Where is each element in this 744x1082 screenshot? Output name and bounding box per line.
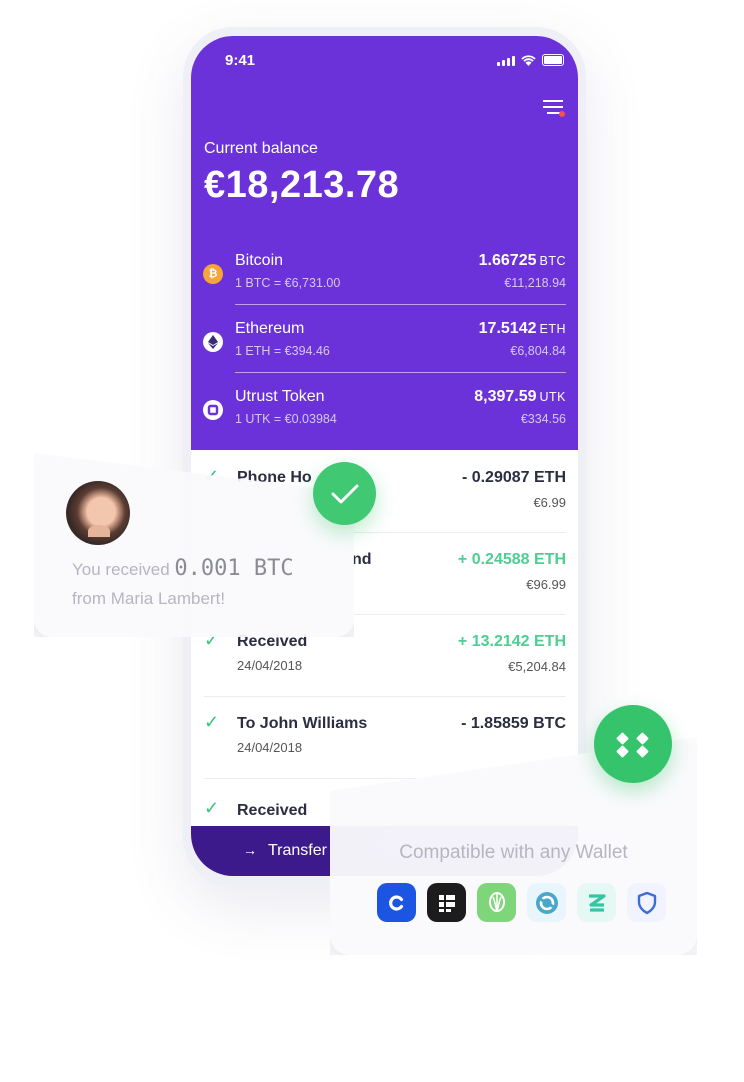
avatar xyxy=(66,481,130,545)
ethereum-icon xyxy=(203,332,223,352)
transaction-name: Received xyxy=(237,802,308,819)
divider xyxy=(235,372,566,373)
transaction-amount: + 0.24588 ETH xyxy=(457,551,566,568)
trust-wallet-icon xyxy=(627,883,666,922)
coin-rate: 1 ETH = €394.46 xyxy=(235,344,330,358)
balance-label: Current balance xyxy=(204,140,318,157)
coin-amount: 1.66725 BTC xyxy=(478,252,566,269)
arrow-right-icon: → xyxy=(243,842,257,858)
transaction-name: nd xyxy=(352,551,372,568)
exodus-wallet-icon xyxy=(527,883,566,922)
notification-prefix: You received xyxy=(72,560,170,579)
coin-row-ethereum[interactable]: Ethereum 1 ETH = €394.46 17.5142 ETH €6,8… xyxy=(203,314,566,372)
zengo-wallet-icon xyxy=(577,883,616,922)
ledger-wallet-icon xyxy=(427,883,466,922)
coin-name: Ethereum xyxy=(235,320,305,337)
coin-name: Bitcoin xyxy=(235,252,284,269)
menu-icon[interactable] xyxy=(543,100,565,117)
battery-icon xyxy=(542,54,564,66)
notification-text: You received 0.001 BTC from Maria Lamber… xyxy=(72,554,294,613)
transaction-date: 24/04/2018 xyxy=(237,658,303,673)
coin-eur-value: €6,804.84 xyxy=(510,344,566,358)
transaction-amount: + 13.2142 ETH xyxy=(457,633,566,650)
transaction-name: To John Williams xyxy=(237,715,368,732)
coin-row-bitcoin[interactable]: ₿ Bitcoin 1 BTC = €6,731.00 1.66725 BTC €… xyxy=(203,246,566,304)
transaction-date: 24/04/2018 xyxy=(237,740,303,755)
check-badge-icon xyxy=(313,462,376,525)
signal-icon xyxy=(497,56,515,66)
phone-screen: 9:41 Current balance €18,213.78 ₿ Bitcoi… xyxy=(191,36,578,876)
wifi-icon xyxy=(521,55,536,66)
transfer-button[interactable]: Transfer xyxy=(268,842,327,860)
transaction-amount: - 1.85859 BTC xyxy=(461,715,566,732)
notification-dot xyxy=(559,111,565,117)
notification-amount: 0.001 BTC xyxy=(174,556,294,581)
check-icon: ✓ xyxy=(204,712,220,732)
wallet-list xyxy=(377,883,666,922)
coin-rate: 1 UTK = €0.03984 xyxy=(235,412,337,426)
transaction-eur: €6.99 xyxy=(533,495,566,510)
coin-row-utrust[interactable]: Utrust Token 1 UTK = €0.03984 8,397.59 UT… xyxy=(203,382,566,440)
coin-eur-value: €334.56 xyxy=(520,412,566,426)
coin-amount: 17.5142 ETH xyxy=(478,320,566,337)
notification-sender: from Maria Lambert! xyxy=(72,589,226,608)
balance-value: €18,213.78 xyxy=(204,164,400,206)
status-time: 9:41 xyxy=(225,52,256,69)
divider xyxy=(235,304,566,305)
transaction-eur: €5,204.84 xyxy=(508,659,566,674)
check-icon: ✓ xyxy=(204,798,220,818)
bitcoin-icon: ₿ xyxy=(203,264,223,284)
coin-name: Utrust Token xyxy=(235,388,325,405)
coin-amount: 8,397.59 UTK xyxy=(474,388,566,405)
balance-header: 9:41 Current balance €18,213.78 ₿ Bitcoi… xyxy=(191,36,578,450)
coin-rate: 1 BTC = €6,731.00 xyxy=(235,276,341,290)
wallet-connect-badge-icon xyxy=(594,705,672,783)
coinbase-wallet-icon xyxy=(377,883,416,922)
status-icons xyxy=(497,54,564,66)
transaction-eur: €96.99 xyxy=(526,577,566,592)
transaction-amount: - 0.29087 ETH xyxy=(461,469,566,486)
compatibility-title: Compatible with any Wallet xyxy=(399,842,628,863)
utrust-icon xyxy=(203,400,223,420)
coin-eur-value: €11,218.94 xyxy=(504,276,566,290)
transaction-row[interactable]: ✓ To John Williams 24/04/2018 - 1.85859 … xyxy=(204,696,566,779)
utrust-wallet-icon xyxy=(477,883,516,922)
